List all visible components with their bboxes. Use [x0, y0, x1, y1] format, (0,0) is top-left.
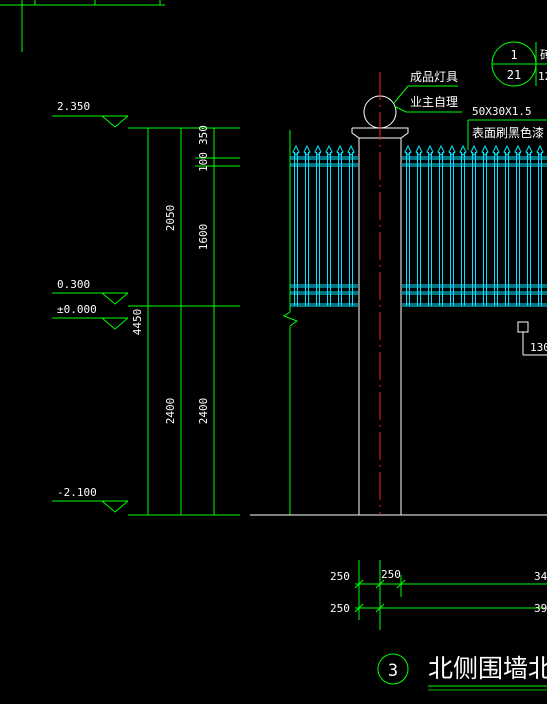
title-text: 北侧围墙北立面	[428, 654, 547, 683]
top-left-fragment	[0, 0, 165, 52]
bottom-dim-row1-left: 250	[330, 570, 350, 583]
callout-bottom: 21	[507, 68, 521, 82]
dim-overall: 4450	[131, 309, 144, 336]
fence-picket-tip	[437, 144, 445, 156]
callout-side-num: 12	[538, 70, 547, 83]
dim-lower-total: 2400	[164, 398, 177, 425]
dim-cap: 350	[197, 125, 210, 145]
fence-picket-tip	[503, 144, 511, 156]
level-label-ground: ±0.000	[57, 303, 97, 316]
fence-picket-tip	[325, 144, 333, 156]
fence-picket-tip	[481, 144, 489, 156]
dim-lower-right: 2400	[197, 398, 210, 425]
bottom-dim-row2-right: 39	[534, 602, 547, 615]
cad-drawing-canvas: 2.350 0.300 ±0.000 -2.100 4450 2050 2400…	[0, 0, 547, 691]
dim-fence: 1600	[197, 224, 210, 251]
bottom-dim-row1-mid: 250	[381, 568, 401, 581]
finish-note: 表面刷黑色漆	[472, 126, 544, 140]
dim-rail: 100	[197, 152, 210, 172]
base-dim-note: 130	[530, 341, 547, 354]
fence-picket-tip	[470, 144, 478, 156]
owner-note: 业主自理	[410, 95, 458, 109]
callout-top: 1	[510, 48, 517, 62]
fence-picket-tip	[347, 144, 355, 156]
fence-picket-tip	[303, 144, 311, 156]
fence-picket-tip	[536, 144, 544, 156]
fence-picket-tip	[292, 144, 300, 156]
dimension-lines	[128, 127, 240, 516]
iron-fence	[290, 144, 547, 307]
lamp-note: 成品灯具	[410, 70, 458, 84]
fence-picket-tip	[336, 144, 344, 156]
fence-picket-tip	[525, 144, 533, 156]
fence-picket-tip	[314, 144, 322, 156]
level-label-ground-upper: 0.300	[57, 278, 90, 291]
level-label-top: 2.350	[57, 100, 90, 113]
bottom-dim-row2-left: 250	[330, 602, 350, 615]
tube-size-note: 50X30X1.5	[472, 105, 532, 118]
fence-picket-tip	[514, 144, 522, 156]
title-number: 3	[388, 661, 398, 681]
fence-picket-tip	[415, 144, 423, 156]
break-line	[282, 130, 299, 515]
bottom-dim-row1-right: 34	[534, 570, 547, 583]
fence-picket-tip	[459, 144, 467, 156]
dim-upper-total: 2050	[164, 205, 177, 232]
level-label-bottom: -2.100	[57, 486, 97, 499]
fence-picket-tip	[492, 144, 500, 156]
fence-picket-tip	[404, 144, 412, 156]
fence-picket-tip	[448, 144, 456, 156]
callout-side-char: 砖	[540, 47, 547, 62]
fence-picket-tip	[426, 144, 434, 156]
drawing-title: 3 北侧围墙北立面	[377, 653, 547, 691]
